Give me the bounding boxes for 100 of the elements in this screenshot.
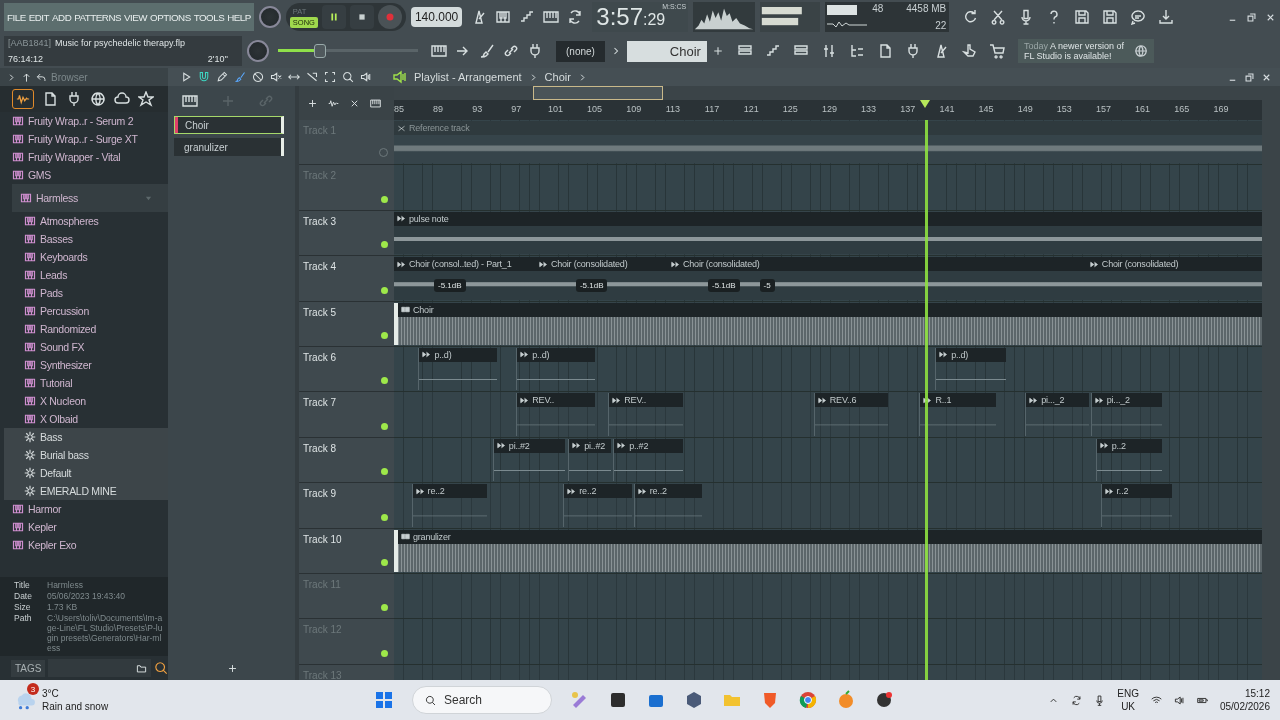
pattern-selector[interactable]: (none): [556, 40, 605, 62]
track-lane[interactable]: p..d) p..d) p..d): [394, 346, 1262, 393]
track-enable-light[interactable]: [381, 422, 388, 430]
pattern-clip-item[interactable]: granulizer: [174, 138, 284, 156]
pattern-clip[interactable]: p..d): [935, 347, 1006, 391]
browser-item[interactable]: X Nucleon: [4, 392, 168, 410]
slider-thumb[interactable]: [314, 44, 326, 58]
track-enable-light[interactable]: [381, 558, 388, 566]
browser-item[interactable]: Fruity Wrap..r - Surge XT: [4, 130, 168, 148]
chat-icon[interactable]: [1130, 9, 1147, 25]
wifi-icon[interactable]: [1150, 694, 1162, 706]
folder-icon[interactable]: [136, 662, 147, 674]
menu-item[interactable]: PATTERNS: [74, 11, 122, 23]
cart-icon[interactable]: [988, 43, 1005, 59]
keyboard-layout[interactable]: UK: [1121, 700, 1136, 713]
terminal-app-icon[interactable]: [608, 690, 628, 710]
menu-item[interactable]: ADD: [52, 11, 72, 23]
browser-item[interactable]: Fruity Wrapper - Vital: [4, 148, 168, 166]
taskbar-time[interactable]: 15:12: [1244, 687, 1270, 700]
menu-item[interactable]: EDIT: [28, 11, 50, 23]
menu-item[interactable]: FILE: [7, 11, 26, 23]
zoom-icon[interactable]: [342, 71, 354, 83]
browser-item[interactable]: Synthesizer: [4, 356, 168, 374]
pattern-clip[interactable]: p..d): [418, 347, 497, 391]
pattern-clip[interactable]: pi..._2: [1025, 393, 1089, 436]
loop-icon[interactable]: [567, 9, 584, 25]
track-header[interactable]: Track 3: [299, 210, 394, 257]
slice-icon[interactable]: [306, 71, 318, 83]
pattern-clip[interactable]: R..1: [919, 393, 996, 436]
pattern-clip[interactable]: p..#2: [613, 438, 683, 482]
browser-item[interactable]: GMS: [4, 166, 168, 184]
up-arrow-icon[interactable]: [21, 71, 32, 83]
save-audio-icon[interactable]: [1102, 9, 1119, 25]
browser-item[interactable]: Tutorial: [4, 374, 168, 392]
audio-clip[interactable]: Reference track: [394, 121, 1262, 164]
menu-item[interactable]: OPTIONS: [150, 11, 191, 23]
browser-item[interactable]: Percussion: [4, 302, 168, 320]
track-enable-light[interactable]: [381, 286, 388, 294]
browser-item[interactable]: Basses: [4, 230, 168, 248]
piano-keys-icon[interactable]: [182, 93, 198, 109]
browser-item[interactable]: Randomized: [4, 320, 168, 338]
select-icon[interactable]: [324, 71, 336, 83]
knob[interactable]: [247, 40, 269, 62]
piano-keys-icon[interactable]: [370, 97, 381, 109]
browser-item[interactable]: X Olbaid: [4, 410, 168, 428]
browser-item[interactable]: Kepler: [4, 518, 168, 536]
undo-icon[interactable]: [962, 9, 979, 25]
browser-icon[interactable]: [848, 43, 865, 59]
stop-button[interactable]: [349, 5, 374, 29]
track-lane[interactable]: REV.. REV.. REV..6 R..1 pi..._2 pi..._2: [394, 392, 1262, 438]
bug-app-icon[interactable]: [874, 690, 894, 710]
menu-item[interactable]: HELP: [227, 11, 251, 23]
cube-app-icon[interactable]: [684, 690, 704, 710]
timeline-ruler[interactable]: 85 89 93 97 101 105 109 113 117 121 125 129 133 137 141 145 149 153 157 161 165 169: [394, 100, 1262, 120]
download-icon[interactable]: [1158, 9, 1175, 25]
chrome-app-icon[interactable]: [798, 690, 818, 710]
browser-item[interactable]: Atmospheres: [4, 212, 168, 230]
track-enable-light[interactable]: [381, 468, 388, 476]
star-icon[interactable]: [138, 91, 154, 107]
track-header[interactable]: Track 5: [299, 301, 394, 347]
restore-icon[interactable]: [1246, 11, 1257, 23]
save-icon[interactable]: [1074, 9, 1091, 25]
pencil-icon[interactable]: [216, 71, 228, 83]
sync-icon[interactable]: [1071, 694, 1083, 706]
piano-roll-icon[interactable]: [764, 43, 781, 59]
browser-item[interactable]: Keyboards: [4, 248, 168, 266]
taskbar-date[interactable]: 05/02/2026: [1219, 700, 1270, 713]
pattern-clip[interactable]: REV..: [516, 393, 595, 436]
track-lane[interactable]: Choir (consol..ted) - Part_1 -5.1dB Choir (consolidated) -5.1dB Choir (consolidated) -5.1dB -5 Choir (consolidated): [394, 256, 1262, 302]
piano-keys-icon[interactable]: [495, 9, 512, 25]
browser-item[interactable]: Harmor: [4, 500, 168, 518]
step-icon[interactable]: [519, 9, 536, 25]
brush-icon[interactable]: [234, 71, 246, 83]
track-enable-light[interactable]: [381, 241, 388, 249]
language[interactable]: ENG: [1117, 687, 1139, 700]
globe-icon[interactable]: [90, 91, 106, 107]
pattern-clip[interactable]: REV..6: [813, 393, 889, 436]
audio-tab[interactable]: [12, 89, 34, 109]
track-enable-light[interactable]: [381, 377, 388, 385]
track-enable-light[interactable]: [381, 649, 388, 657]
mute-icon[interactable]: [270, 71, 282, 83]
overview-window[interactable]: [532, 86, 664, 100]
slide-icon[interactable]: [288, 71, 300, 83]
scrollbar[interactable]: [1262, 86, 1280, 680]
track-header[interactable]: Track 8: [299, 437, 394, 484]
keyboard-icon[interactable]: [543, 9, 560, 25]
pattern-field[interactable]: Choir: [626, 40, 707, 62]
track-enable-light[interactable]: [381, 195, 388, 203]
audio-clip[interactable]: pulse note: [394, 211, 1262, 255]
menu-item[interactable]: VIEW: [124, 11, 148, 23]
audio-clip[interactable]: Choir (consolidated): [1086, 257, 1262, 300]
search-field[interactable]: Search: [412, 686, 552, 714]
hand-icon[interactable]: [960, 43, 977, 59]
pattern-clip[interactable]: pi..#2: [492, 438, 566, 482]
tags-label[interactable]: TAGS: [11, 659, 46, 677]
pattern-clip[interactable]: pi..._2: [1090, 393, 1163, 436]
link-icon[interactable]: [503, 43, 519, 59]
browser-item[interactable]: Pads: [4, 284, 168, 302]
cloud-icon[interactable]: [114, 91, 130, 107]
browser-item[interactable]: Sound FX: [4, 338, 168, 356]
